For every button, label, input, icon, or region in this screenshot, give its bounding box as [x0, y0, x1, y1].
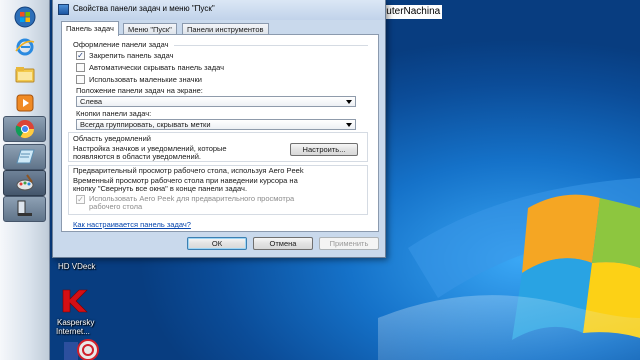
- taskbar-properties-dialog: Свойства панели задач и меню "Пуск" Пане…: [52, 0, 386, 258]
- lock-taskbar-checkbox[interactable]: ✓: [76, 51, 85, 60]
- group-divider: [174, 45, 368, 46]
- autohide-label: Автоматически скрывать панель задач: [89, 63, 225, 72]
- tab-taskbar[interactable]: Панель задач: [61, 21, 119, 36]
- internet-explorer-icon: [14, 38, 34, 56]
- buttons-label: Кнопки панели задач:: [76, 109, 152, 118]
- kaspersky-icon[interactable]: [60, 288, 88, 314]
- tab-panel: Оформление панели задач ✓ Закрепить пане…: [61, 34, 379, 232]
- configure-button[interactable]: Настроить...: [290, 143, 358, 156]
- app-icon[interactable]: [62, 334, 102, 360]
- buttons-select[interactable]: Всегда группировать, скрывать метки: [76, 119, 356, 130]
- windows-explorer-button[interactable]: [3, 62, 46, 88]
- position-select-value: Слева: [80, 97, 103, 106]
- aero-peek-row[interactable]: ✓ Использовать Aero Peek для предварител…: [76, 195, 294, 211]
- group-heading-aero-peek: Предварительный просмотр рабочего стола,…: [73, 166, 304, 175]
- start-orb-icon: [14, 6, 35, 28]
- taskbar-window-icon: [17, 200, 32, 216]
- taskbar-properties-button[interactable]: [3, 196, 46, 222]
- window-icon: [58, 4, 69, 15]
- paint-icon: [16, 174, 33, 191]
- chevron-down-icon: [346, 123, 352, 127]
- ok-button[interactable]: ОК: [187, 237, 247, 250]
- internet-explorer-button[interactable]: [3, 34, 46, 60]
- aero-peek-desc-line2: кнопку "Свернуть все окна" в конце панел…: [73, 184, 248, 193]
- vertical-taskbar: [0, 0, 50, 360]
- chrome-icon: [15, 120, 34, 139]
- desktop-icon-label[interactable]: HD VDeck: [58, 262, 95, 271]
- small-icons-label: Использовать маленькие значки: [89, 75, 202, 84]
- buttons-select-value: Всегда группировать, скрывать метки: [80, 120, 211, 129]
- google-chrome-button[interactable]: [3, 116, 46, 142]
- aero-peek-checkbox-line2: рабочего стола: [89, 202, 143, 211]
- lock-taskbar-row[interactable]: ✓ Закрепить панель задач: [76, 51, 174, 60]
- group-heading-notifications: Область уведомлений: [73, 134, 151, 143]
- lock-taskbar-label: Закрепить панель задач: [89, 51, 174, 60]
- start-button[interactable]: [3, 4, 46, 30]
- chevron-down-icon: [346, 100, 352, 104]
- dialog-titlebar[interactable]: Свойства панели задач и меню "Пуск": [53, 0, 385, 20]
- folder-icon: [15, 67, 34, 83]
- apply-button[interactable]: Применить: [319, 237, 379, 250]
- autohide-checkbox[interactable]: [76, 63, 85, 72]
- notepad-icon: [15, 149, 35, 164]
- desktop-icon-label[interactable]: Kaspersky: [57, 318, 94, 327]
- dialog-title: Свойства панели задач и меню "Пуск": [73, 4, 215, 13]
- notepad-button[interactable]: [3, 144, 46, 170]
- cancel-button[interactable]: Отмена: [253, 237, 313, 250]
- small-icons-row[interactable]: Использовать маленькие значки: [76, 75, 202, 84]
- help-link[interactable]: Как настраивается панель задач?: [73, 220, 191, 229]
- media-player-icon: [16, 94, 33, 112]
- position-select[interactable]: Слева: [76, 96, 356, 107]
- windows-logo-wallpaper: [378, 178, 640, 360]
- media-player-button[interactable]: [3, 90, 46, 116]
- paint-button[interactable]: [3, 170, 46, 196]
- group-heading-appearance: Оформление панели задач: [73, 40, 169, 49]
- small-icons-checkbox[interactable]: [76, 75, 85, 84]
- notifications-text-line2: появляются в области уведомлений.: [73, 152, 201, 161]
- position-label: Положение панели задач на экране:: [76, 86, 203, 95]
- aero-peek-checkbox[interactable]: ✓: [76, 195, 85, 204]
- autohide-row[interactable]: Автоматически скрывать панель задач: [76, 63, 224, 72]
